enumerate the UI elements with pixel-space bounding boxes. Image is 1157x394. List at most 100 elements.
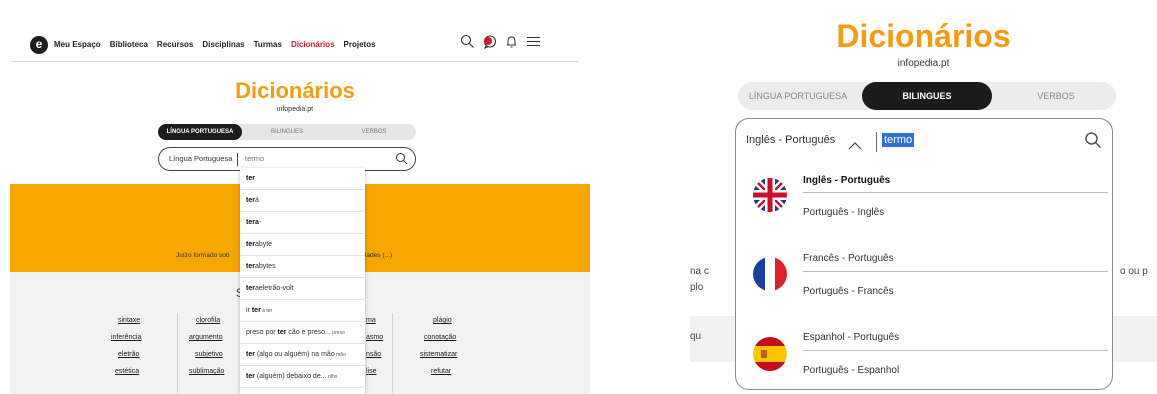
search-input[interactable]: termo — [245, 148, 264, 170]
nav-link-recursos[interactable]: Recursos — [157, 40, 193, 49]
suggestion-match: ter — [246, 285, 255, 292]
bell-icon[interactable] — [504, 34, 519, 49]
column-divider — [392, 313, 393, 393]
menu-icon[interactable] — [526, 34, 541, 49]
chat-notification-icon[interactable] — [482, 34, 497, 49]
suggestion-item[interactable]: terabytes — [240, 256, 365, 278]
suggestion-match: ter — [246, 241, 255, 248]
word-link[interactable]: refutar — [431, 368, 451, 375]
suggestion-item[interactable]: teraeletrão-volt — [240, 278, 365, 300]
column-divider — [177, 313, 178, 393]
top-navigation-bar: e Meu Espaço Biblioteca Recursos Discipl… — [12, 0, 578, 62]
word-link[interactable]: eletrão — [118, 351, 139, 358]
banner-text-right: lades (...) — [365, 252, 393, 259]
suggestion-rest: abyte — [254, 241, 273, 248]
france-flag-icon — [753, 257, 787, 291]
suggestion-prefix: preso por — [246, 329, 278, 336]
suggestion-item[interactable]: ter (algo ou alguém) na mão mão — [240, 344, 365, 366]
search-input[interactable]: termo — [882, 133, 915, 147]
language-selector[interactable]: Língua Portuguesa — [169, 148, 232, 170]
tab-verbos[interactable]: VERBOS — [996, 82, 1116, 110]
suggestion-match: ter — [246, 197, 255, 204]
tab-bilingues[interactable]: BILINGUES — [246, 124, 328, 140]
word-link[interactable]: estética — [115, 368, 139, 375]
uk-flag-icon — [753, 178, 787, 212]
page-subtitle: infopedia.pt — [276, 106, 314, 113]
language-pair-option[interactable]: Português - Inglês — [803, 207, 1108, 218]
search-icon[interactable] — [460, 34, 475, 49]
suggestion-rest: - — [258, 219, 262, 226]
tab-lingua-portuguesa[interactable]: LÍNGUA PORTUGUESA — [738, 82, 858, 110]
language-pair-option[interactable]: Espanhol - Português — [803, 332, 1108, 343]
word-link[interactable]: sintaxe — [118, 317, 140, 324]
background-text: qu — [690, 331, 702, 342]
suggestion-match: tera — [246, 219, 259, 226]
suggestion-item[interactable]: terá — [240, 190, 365, 212]
notification-badge — [484, 37, 492, 45]
word-link[interactable]: inferência — [111, 334, 141, 341]
language-pair-option[interactable]: Inglês - Português — [803, 175, 1108, 186]
nav-link-dicionarios[interactable]: Dicionários — [291, 40, 335, 49]
option-divider — [803, 271, 1108, 272]
suggestion-match: ter — [246, 373, 255, 380]
search-icon[interactable] — [395, 152, 408, 170]
page-title: Dicionários — [235, 78, 355, 103]
page-subtitle: infopedia.pt — [897, 58, 950, 69]
word-link[interactable]: argumento — [189, 334, 222, 341]
banner-text-left: Juízo formado sob — [176, 252, 230, 259]
suggestion-note: a ter — [260, 308, 273, 314]
word-link[interactable]: sistematizar — [420, 351, 457, 358]
chevron-up-icon[interactable] — [848, 137, 862, 155]
nav-icon-group — [460, 34, 541, 49]
suggestion-match: ter — [246, 263, 255, 270]
suggestion-item[interactable]: preso por ter cão e preso... preso — [240, 322, 365, 344]
suggestion-item[interactable]: terabyte — [240, 234, 365, 256]
suggestion-rest: cão e preso... — [286, 329, 331, 336]
word-link[interactable]: conotação — [424, 334, 456, 341]
search-icon[interactable] — [1084, 131, 1102, 154]
word-link[interactable]: clorofila — [196, 317, 220, 324]
search-panel: Inglês - Português termo Inglês - Portug… — [735, 118, 1113, 390]
tab-lingua-portuguesa[interactable]: LÍNGUA PORTUGUESA — [158, 124, 242, 140]
right-screenshot-panel: Dicionários infopedia.pt LÍNGUA PORTUGUE… — [690, 0, 1157, 394]
word-link[interactable]: lise — [366, 368, 377, 375]
word-link[interactable]: sublimação — [189, 368, 224, 375]
nav-link-projetos[interactable]: Projetos — [344, 40, 376, 49]
background-text: o ou p — [1120, 266, 1148, 277]
page-title: Dicionários — [836, 18, 1011, 54]
search-divider — [876, 132, 877, 152]
left-screenshot-panel: e Meu Espaço Biblioteca Recursos Discipl… — [0, 0, 590, 394]
word-link[interactable]: asmo — [366, 334, 383, 341]
tab-verbos[interactable]: VERBOS — [332, 124, 416, 140]
suggestion-item[interactable]: tera- — [240, 212, 365, 234]
word-link[interactable]: plágio — [433, 317, 452, 324]
suggestion-item[interactable]: ter (alguém) debaixo de... olho — [240, 366, 365, 388]
nav-links: Meu Espaço Biblioteca Recursos Disciplin… — [54, 40, 376, 49]
word-link[interactable]: subjetivo — [195, 351, 223, 358]
nav-link-turmas[interactable]: Turmas — [254, 40, 282, 49]
suggestion-match: ter — [246, 175, 255, 182]
search-divider — [237, 153, 238, 166]
suggestion-match: ter — [246, 351, 255, 358]
word-link[interactable]: ma — [366, 317, 376, 324]
suggestion-item[interactable]: ir ter a ter — [240, 300, 365, 322]
dictionary-tabs: LÍNGUA PORTUGUESA BILINGUES VERBOS — [738, 82, 1116, 110]
language-pair-option[interactable]: Francês - Português — [803, 253, 1108, 264]
site-logo[interactable]: e — [30, 36, 48, 54]
nav-link-biblioteca[interactable]: Biblioteca — [110, 40, 148, 49]
language-pair-option[interactable]: Português - Francês — [803, 286, 1108, 297]
nav-link-disciplinas[interactable]: Disciplinas — [202, 40, 244, 49]
tab-bilingues[interactable]: BILINGUES — [862, 82, 992, 110]
autocomplete-dropdown: ter terá tera- terabyte terabytes terael… — [240, 168, 365, 394]
spain-flag-icon — [753, 337, 787, 371]
background-text: plo — [690, 282, 704, 293]
option-divider — [803, 350, 1108, 351]
word-link[interactable]: nsão — [366, 351, 381, 358]
language-pair-option[interactable]: Português - Espanhol — [803, 365, 1108, 376]
background-text: na c — [690, 266, 709, 277]
nav-link-meu-espaco[interactable]: Meu Espaço — [54, 40, 101, 49]
suggestion-rest: (alguém) debaixo de... — [254, 373, 327, 380]
suggestion-item[interactable]: ter — [240, 168, 365, 190]
dictionary-tabs: LÍNGUA PORTUGUESA BILINGUES VERBOS — [158, 124, 416, 140]
language-selector[interactable]: Inglês - Português — [746, 134, 835, 146]
